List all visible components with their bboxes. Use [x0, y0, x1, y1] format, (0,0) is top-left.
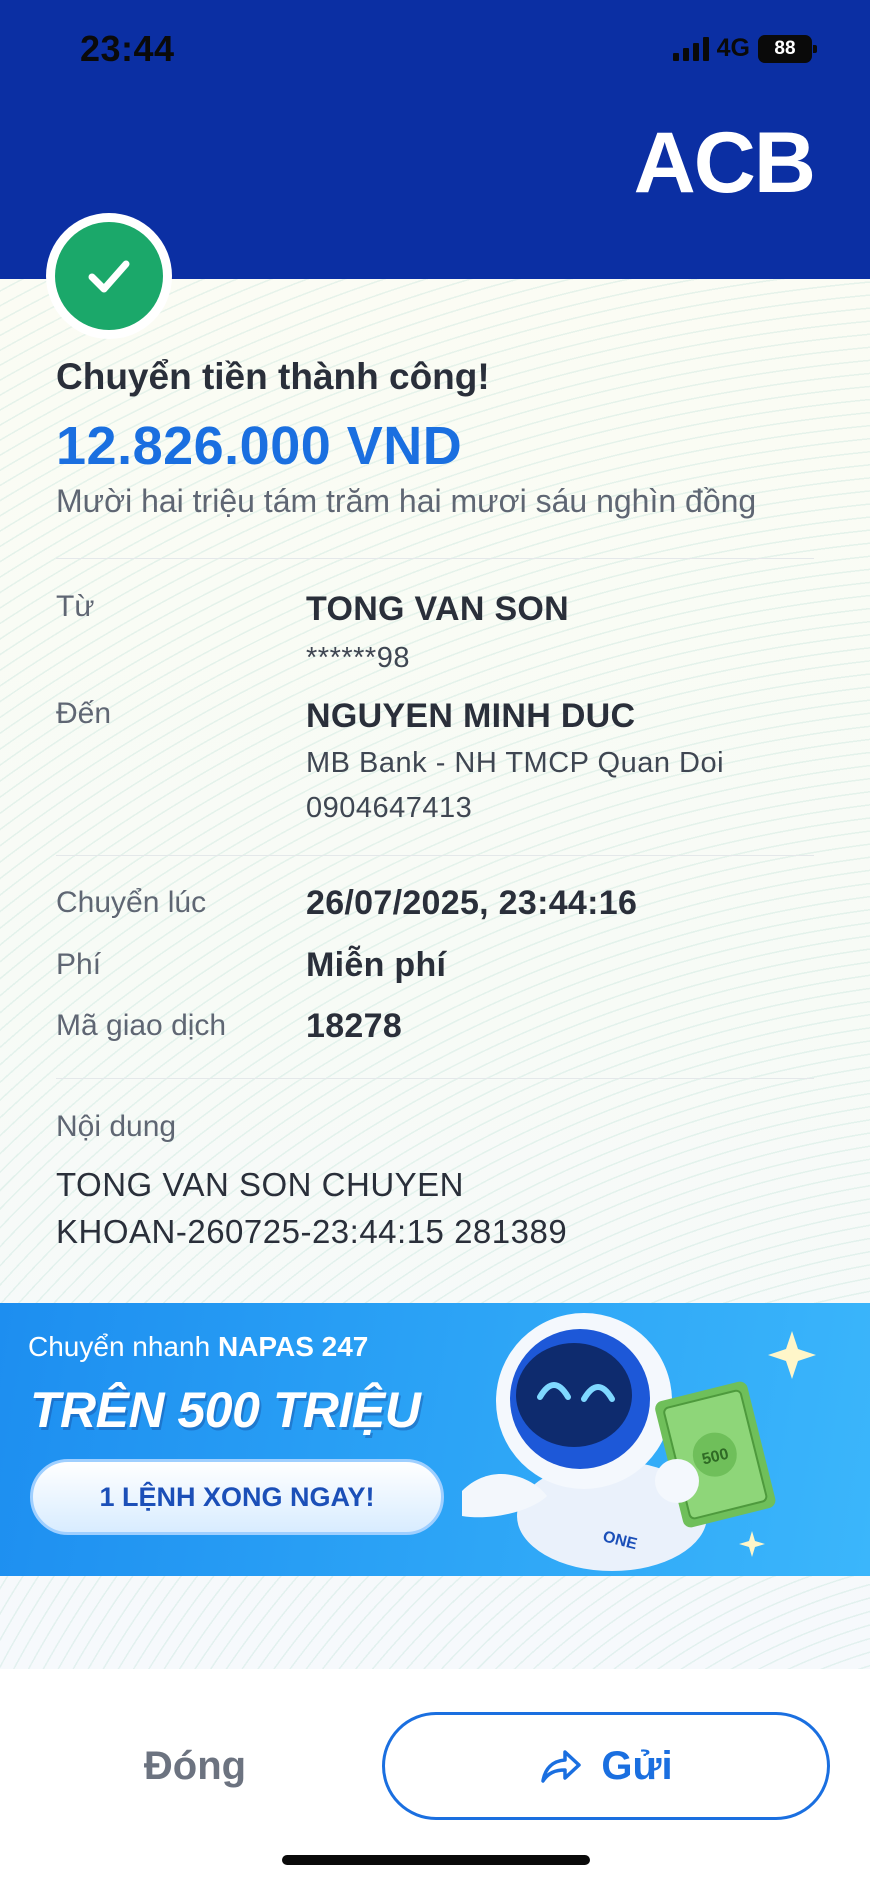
share-icon [541, 1750, 582, 1783]
close-button[interactable]: Đóng [60, 1712, 330, 1820]
home-indicator [282, 1855, 590, 1865]
divider [56, 855, 814, 856]
from-label: Từ [56, 590, 95, 623]
txn-value: 18278 [306, 1007, 403, 1045]
fee-label: Phí [56, 948, 102, 981]
banner-cta-button[interactable]: 1 LỆNH XONG NGAY! [30, 1459, 444, 1535]
acb-logo: ACB [633, 115, 816, 211]
transfer-amount: 12.826.000 VND [56, 416, 463, 476]
status-indicators: 4G 88 [672, 34, 817, 63]
from-account: ******98 [306, 642, 410, 674]
signal-icon [672, 36, 709, 61]
banner-subtitle-text: Chuyển nhanh [28, 1331, 211, 1362]
battery-level: 88 [774, 37, 796, 59]
memo-label: Nội dung [56, 1110, 177, 1143]
send-button[interactable]: Gửi [382, 1712, 830, 1820]
promo-banner[interactable]: Chuyển nhanh NAPAS 247 TRÊN 500 TRIỆU 1 … [0, 1303, 870, 1576]
from-name: TONG VAN SON [306, 590, 570, 628]
divider [56, 1078, 814, 1079]
fee-value: Miễn phí [306, 946, 447, 984]
checkmark-icon [55, 222, 163, 330]
banner-headline: TRÊN 500 TRIỆU [30, 1382, 421, 1438]
divider [56, 558, 814, 559]
txn-label: Mã giao dịch [56, 1009, 227, 1042]
send-label: Gửi [601, 1743, 673, 1788]
time-value: 26/07/2025, 23:44:16 [306, 884, 638, 922]
mascot-illustration: ONE 500 [462, 1313, 816, 1571]
to-account: 0904647413 [306, 792, 473, 824]
to-label: Đến [56, 697, 112, 730]
to-name: NGUYEN MINH DUC [306, 697, 636, 735]
to-bank: MB Bank - NH TMCP Quan Doi [306, 747, 725, 779]
time-label: Chuyển lúc [56, 886, 207, 919]
battery-icon: 88 [758, 34, 817, 63]
status-time: 23:44 [80, 28, 175, 69]
banner-subtitle-bold: NAPAS 247 [217, 1331, 369, 1362]
sparkle-icon [739, 1531, 765, 1557]
network-type: 4G [716, 34, 750, 62]
success-badge [46, 213, 172, 339]
success-title: Chuyển tiền thành công! [56, 356, 490, 397]
memo-line-1: TONG VAN SON CHUYEN [56, 1166, 464, 1203]
amount-in-words: Mười hai triệu tám trăm hai mươi sáu ngh… [56, 483, 757, 519]
memo-line-2: KHOAN-260725-23:44:15 281389 [56, 1213, 568, 1250]
sparkle-icon [768, 1331, 816, 1379]
banner-subtitle: Chuyển nhanh NAPAS 247 [28, 1331, 368, 1363]
